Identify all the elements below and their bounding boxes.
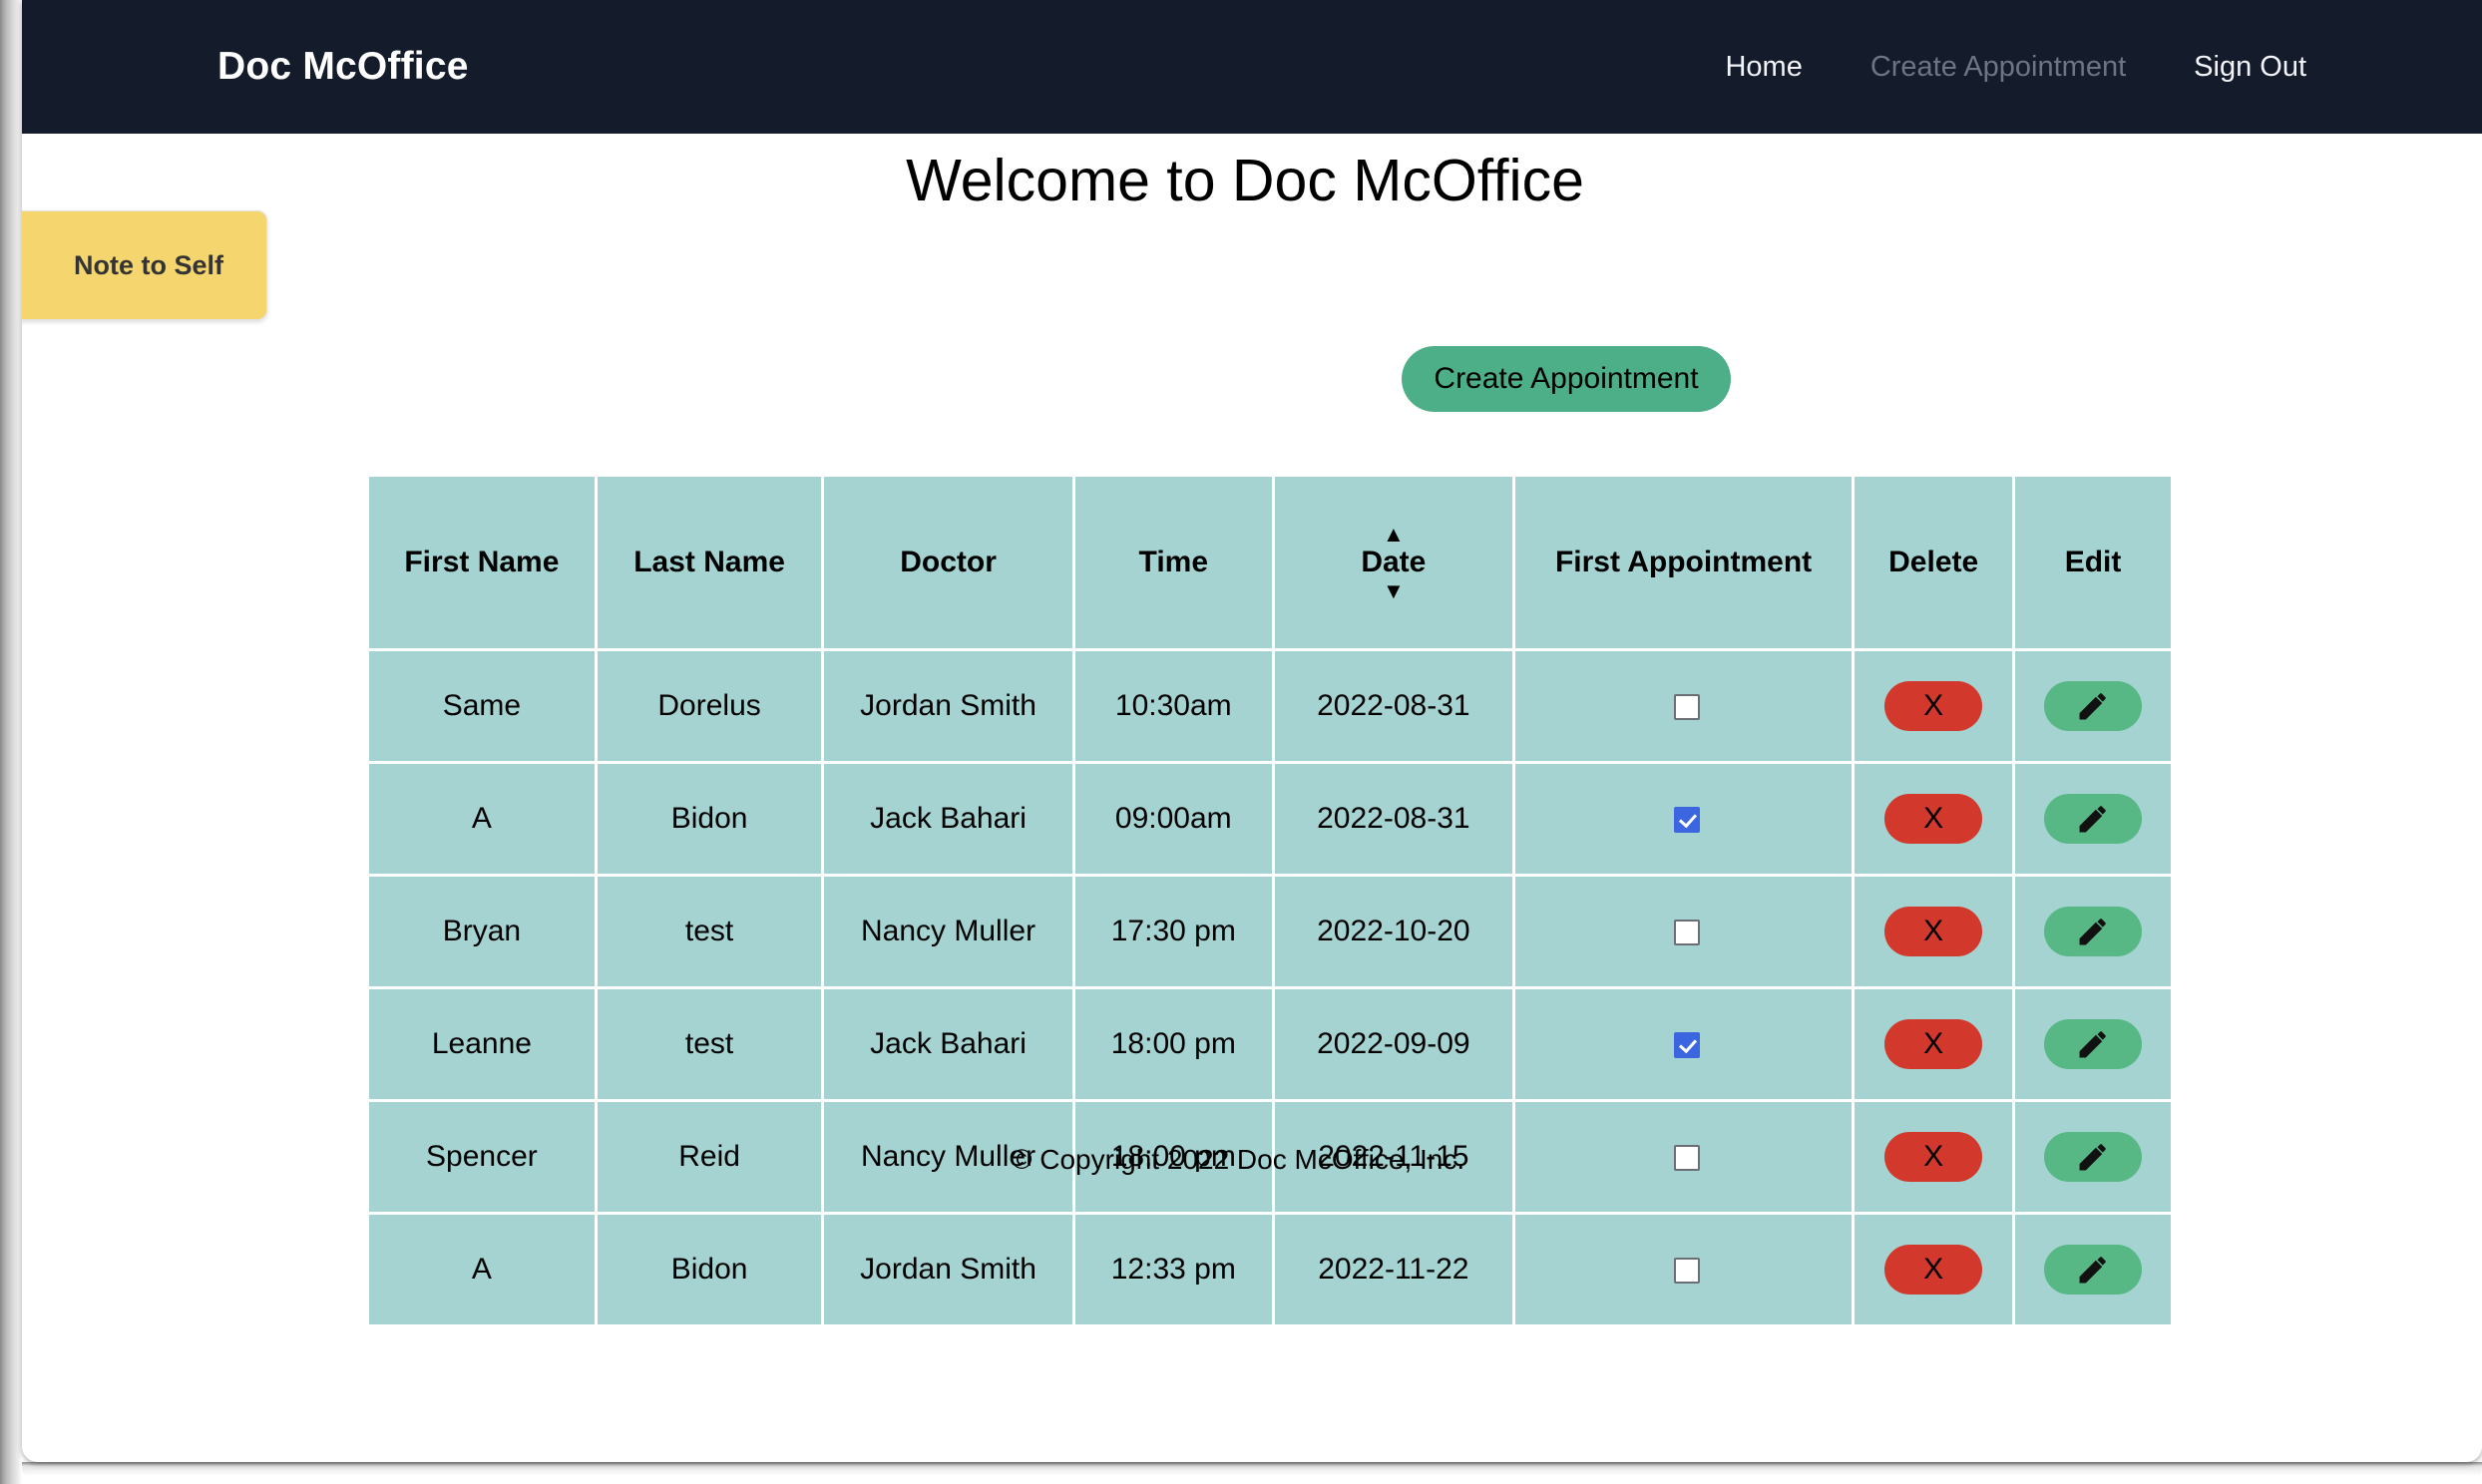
column-header-date-label: Date (1361, 546, 1427, 578)
column-header-last-name[interactable]: Last Name (597, 477, 822, 648)
cell-first-appointment (1514, 877, 1853, 986)
first-appointment-checkbox[interactable] (1673, 1032, 1700, 1059)
top-navbar: Doc McOffice Home Create Appointment Sig… (22, 0, 2482, 134)
cell-first-appointment (1514, 989, 1853, 1099)
pencil-icon (2076, 1027, 2110, 1061)
cell-date: 2022-10-20 (1274, 877, 1512, 986)
pencil-icon (2076, 1253, 2110, 1287)
cell-last-name: test (597, 989, 822, 1099)
cell-edit (2015, 877, 2171, 986)
cell-delete: X (1855, 877, 2013, 986)
edit-button[interactable] (2044, 681, 2143, 731)
edit-button[interactable] (2044, 794, 2143, 844)
table-header: First Name Last Name Doctor Time ▲ Date … (369, 477, 2171, 648)
table-row: Bryan test Nancy Muller 17:30 pm 2022-10-20 X (369, 877, 2171, 986)
cell-time: 09:00am (1074, 764, 1272, 874)
column-header-first-appointment[interactable]: First Appointment (1514, 477, 1853, 648)
cell-first-name: Leanne (369, 989, 595, 1099)
note-to-self-label: Note to Self (73, 249, 223, 280)
first-appointment-checkbox[interactable] (1673, 920, 1700, 946)
column-header-edit: Edit (2015, 477, 2171, 648)
sort-ascending-arrow-icon[interactable]: ▲ (1383, 523, 1405, 546)
cell-date: 2022-11-22 (1274, 1215, 1512, 1324)
footer-copyright: © Copyright 2022 Doc McOffice, Inc. (1011, 1144, 1465, 1175)
delete-button[interactable]: X (1884, 1245, 1983, 1295)
column-header-date[interactable]: ▲ Date ▼ (1274, 477, 1512, 648)
first-appointment-checkbox[interactable] (1673, 807, 1700, 834)
cell-first-appointment (1514, 651, 1853, 761)
column-header-delete: Delete (1855, 477, 2013, 648)
cell-edit (2015, 989, 2171, 1099)
cell-first-name: A (369, 1215, 595, 1324)
create-appointment-row: Create Appointment (22, 346, 2482, 412)
cell-doctor: Jack Bahari (824, 764, 1072, 874)
cell-edit (2015, 651, 2171, 761)
window-bottom-shadow (22, 1462, 2482, 1484)
create-appointment-button[interactable]: Create Appointment (1402, 346, 1731, 412)
first-appointment-checkbox[interactable] (1673, 694, 1700, 721)
browser-window: Doc McOffice Home Create Appointment Sig… (22, 0, 2482, 1462)
cell-first-name: A (369, 764, 595, 874)
cell-last-name: test (597, 877, 822, 986)
cell-time: 12:33 pm (1074, 1215, 1272, 1324)
first-appointment-checkbox[interactable] (1673, 1258, 1700, 1285)
desktop-backdrop: Doc McOffice Home Create Appointment Sig… (0, 0, 2482, 1484)
edit-button[interactable] (2044, 907, 2143, 956)
nav-link-sign-out[interactable]: Sign Out (2194, 51, 2306, 84)
edit-button[interactable] (2044, 1019, 2143, 1069)
table-row: Same Dorelus Jordan Smith 10:30am 2022-08-31… (369, 651, 2171, 761)
delete-button[interactable]: X (1884, 794, 1983, 844)
cell-last-name: Bidon (597, 1215, 822, 1324)
cell-delete: X (1855, 764, 2013, 874)
date-sort-control: ▲ Date ▼ (1275, 523, 1512, 602)
appointments-table: First Name Last Name Doctor Time ▲ Date … (366, 474, 2174, 1327)
cell-date: 2022-09-09 (1274, 989, 1512, 1099)
note-to-self-card[interactable]: Note to Self (22, 210, 267, 320)
cell-last-name: Bidon (597, 764, 822, 874)
table-row: Leanne test Jack Bahari 18:00 pm 2022-09-09 X (369, 989, 2171, 1099)
table-row: A Bidon Jack Bahari 09:00am 2022-08-31 X (369, 764, 2171, 874)
sort-descending-arrow-icon[interactable]: ▼ (1383, 579, 1405, 602)
edit-button[interactable] (2044, 1245, 2143, 1295)
pencil-icon (2076, 915, 2110, 948)
pencil-icon (2076, 689, 2110, 723)
cell-first-name: Same (369, 651, 595, 761)
cell-edit (2015, 1215, 2171, 1324)
cell-doctor: Jordan Smith (824, 651, 1072, 761)
cell-time: 18:00 pm (1074, 989, 1272, 1099)
cell-delete: X (1855, 1215, 2013, 1324)
cell-date: 2022-08-31 (1274, 764, 1512, 874)
cell-time: 10:30am (1074, 651, 1272, 761)
page-title: Welcome to Doc McOffice (906, 148, 1584, 213)
cell-delete: X (1855, 989, 2013, 1099)
cell-first-appointment (1514, 764, 1853, 874)
cell-edit (2015, 764, 2171, 874)
table-row: A Bidon Jordan Smith 12:33 pm 2022-11-22 X (369, 1215, 2171, 1324)
nav-link-create-appointment[interactable]: Create Appointment (1870, 51, 2126, 84)
delete-button[interactable]: X (1884, 907, 1983, 956)
column-header-doctor[interactable]: Doctor (824, 477, 1072, 648)
cell-first-name: Bryan (369, 877, 595, 986)
cell-time: 17:30 pm (1074, 877, 1272, 986)
cell-delete: X (1855, 651, 2013, 761)
delete-button[interactable]: X (1884, 1019, 1983, 1069)
column-header-time[interactable]: Time (1074, 477, 1272, 648)
delete-button[interactable]: X (1884, 681, 1983, 731)
brand-logo[interactable]: Doc McOffice (217, 45, 469, 89)
table-header-row: First Name Last Name Doctor Time ▲ Date … (369, 477, 2171, 648)
nav-link-home[interactable]: Home (1725, 51, 1802, 84)
cell-last-name: Dorelus (597, 651, 822, 761)
pencil-icon (2076, 802, 2110, 836)
table-body: Same Dorelus Jordan Smith 10:30am 2022-08-31… (369, 651, 2171, 1324)
cell-doctor: Jack Bahari (824, 989, 1072, 1099)
cell-doctor: Nancy Muller (824, 877, 1072, 986)
page-content: Welcome to Doc McOffice Note to Self Cre… (22, 134, 2482, 1462)
cell-first-appointment (1514, 1215, 1853, 1324)
column-header-first-name[interactable]: First Name (369, 477, 595, 648)
cell-doctor: Jordan Smith (824, 1215, 1072, 1324)
nav-links: Home Create Appointment Sign Out (1725, 51, 2416, 84)
cell-date: 2022-08-31 (1274, 651, 1512, 761)
